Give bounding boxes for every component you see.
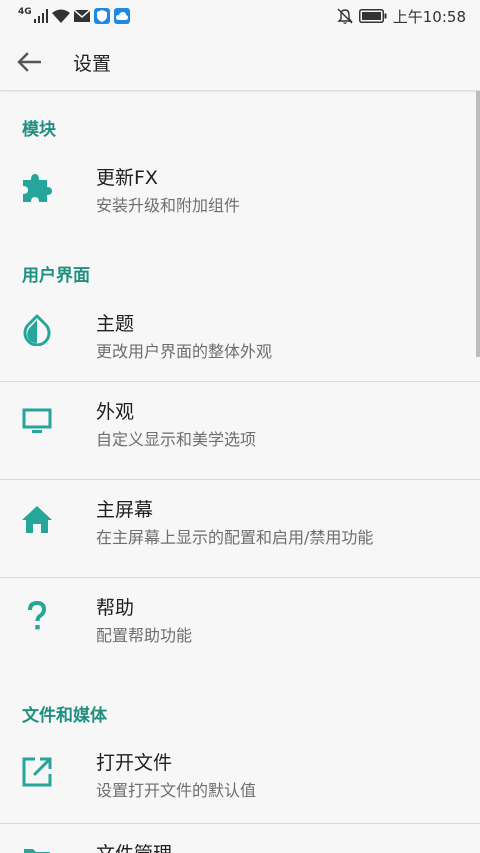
- settings-item-help[interactable]: 帮助 配置帮助功能: [0, 578, 480, 678]
- status-bar: 4G 上午10:58: [0, 0, 480, 32]
- section-header-user-interface: 用户界面: [22, 266, 90, 286]
- network-type-label: 4G: [18, 7, 32, 17]
- question-icon: [20, 600, 54, 634]
- settings-item-appearance[interactable]: 外观 自定义显示和美学选项: [0, 382, 480, 479]
- status-icons-left: 4G: [18, 8, 130, 24]
- settings-item-open-file[interactable]: 打开文件 设置打开文件的默认值: [0, 733, 480, 823]
- item-subtitle: 更改用户界面的整体外观: [96, 342, 273, 361]
- item-title: 帮助: [96, 597, 135, 619]
- settings-list: 模块 更新FX 安装升级和附加组件 用户界面 主题 更改用户界面的整体外观 外观…: [0, 91, 480, 853]
- settings-item-theme[interactable]: 主题 更改用户界面的整体外观: [0, 295, 480, 381]
- section-header-modules: 模块: [22, 120, 56, 140]
- status-icons-right: 上午10:58: [337, 6, 466, 26]
- item-subtitle: 安装升级和附加组件: [96, 196, 241, 215]
- settings-item-home-screen[interactable]: 主屏幕 在主屏幕上显示的配置和启用/禁用功能: [0, 480, 480, 577]
- shield-app-icon: [93, 8, 110, 24]
- clock: 上午10:58: [392, 7, 466, 26]
- cloud-app-icon: [113, 8, 130, 24]
- mail-icon: [73, 10, 90, 22]
- item-subtitle: 自定义显示和美学选项: [96, 430, 257, 449]
- back-button[interactable]: [12, 45, 46, 79]
- open-external-icon: [20, 755, 54, 789]
- item-title: 打开文件: [96, 752, 173, 774]
- puzzle-icon: [20, 171, 54, 205]
- notifications-off-icon: [337, 8, 353, 24]
- settings-item-file-management[interactable]: 文件管理: [0, 824, 480, 853]
- battery-icon: [358, 9, 387, 23]
- home-icon: [20, 502, 54, 536]
- monitor-icon: [20, 404, 54, 438]
- item-subtitle: 配置帮助功能: [96, 626, 193, 645]
- page-title: 设置: [73, 53, 112, 75]
- item-title: 主屏幕: [96, 499, 154, 521]
- item-subtitle: 在主屏幕上显示的配置和启用/禁用功能: [96, 528, 374, 547]
- app-bar: 设置: [0, 32, 480, 91]
- settings-item-update-fx[interactable]: 更新FX 安装升级和附加组件: [0, 149, 480, 245]
- water-drop-icon: [20, 313, 54, 347]
- arrow-back-icon: [17, 52, 41, 72]
- item-subtitle: 设置打开文件的默认值: [96, 781, 257, 800]
- item-title: 主题: [96, 313, 135, 335]
- section-header-files-media: 文件和媒体: [22, 706, 107, 726]
- folder-icon: [20, 842, 54, 853]
- item-title: 更新FX: [96, 167, 158, 189]
- item-title: 文件管理: [96, 839, 172, 853]
- wifi-icon: [51, 9, 70, 23]
- signal-icon: [33, 9, 48, 23]
- item-title: 外观: [96, 401, 135, 423]
